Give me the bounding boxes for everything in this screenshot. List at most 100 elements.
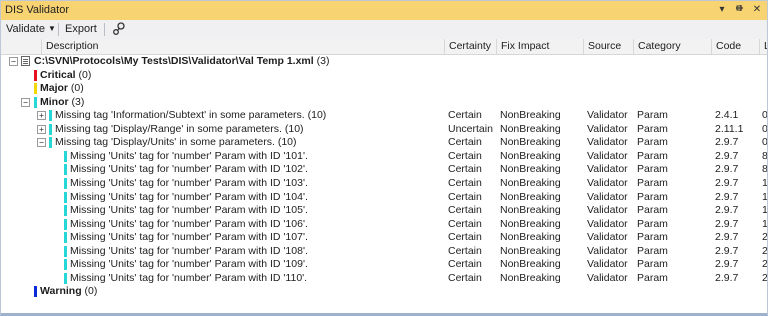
row-description: Warning (0) bbox=[40, 285, 444, 298]
row-extra: 1 bbox=[762, 177, 767, 189]
column-header-code[interactable]: Code bbox=[711, 39, 759, 54]
column-header-category[interactable]: Category bbox=[633, 39, 711, 54]
row-impact: NonBreaking bbox=[500, 123, 561, 135]
row-code: 2.9.7 bbox=[715, 245, 739, 257]
column-header-certainty[interactable]: Certainty bbox=[444, 39, 496, 54]
row-count: (0) bbox=[68, 82, 84, 94]
file-row[interactable]: − C:\SVN\Protocols\My Tests\DIS\Validator… bbox=[1, 55, 767, 68]
row-certainty: Certain bbox=[448, 218, 482, 230]
toolbar-separator bbox=[104, 23, 105, 36]
row-category: Param bbox=[637, 191, 668, 203]
expand-icon[interactable]: + bbox=[37, 111, 46, 120]
row-category: Param bbox=[637, 258, 668, 270]
critical-severity-marker bbox=[34, 70, 37, 81]
dropdown-icon[interactable]: ▾ bbox=[715, 3, 729, 17]
row-description-text: Missing 'Units' tag for 'number' Param w… bbox=[70, 218, 308, 230]
row-certainty: Certain bbox=[448, 177, 482, 189]
row-impact: NonBreaking bbox=[500, 204, 561, 216]
row-impact: NonBreaking bbox=[500, 231, 561, 243]
minor-severity-marker bbox=[49, 137, 52, 148]
issue-row[interactable]: Missing 'Units' tag for 'number' Param w… bbox=[1, 204, 767, 217]
row-code: 2.9.7 bbox=[715, 258, 739, 270]
issue-row[interactable]: Missing 'Units' tag for 'number' Param w… bbox=[1, 150, 767, 163]
row-category: Param bbox=[637, 177, 668, 189]
issue-row[interactable]: Missing 'Units' tag for 'number' Param w… bbox=[1, 272, 767, 285]
issue-row[interactable]: Missing 'Units' tag for 'number' Param w… bbox=[1, 258, 767, 271]
row-certainty: Certain bbox=[448, 150, 482, 162]
row-source: Validator bbox=[587, 123, 628, 135]
row-impact: NonBreaking bbox=[500, 245, 561, 257]
column-header-description[interactable]: Description bbox=[41, 39, 444, 54]
window-title: DIS Validator bbox=[5, 4, 69, 16]
row-impact: NonBreaking bbox=[500, 177, 561, 189]
row-description-text: Warning bbox=[40, 285, 82, 297]
column-header-source[interactable]: Source bbox=[583, 39, 633, 54]
link-settings-icon[interactable] bbox=[112, 22, 126, 39]
collapse-icon[interactable]: − bbox=[9, 57, 18, 66]
severity-group-row[interactable]: Warning (0) bbox=[1, 285, 767, 298]
minor-severity-marker bbox=[64, 232, 67, 243]
issue-row[interactable]: Missing 'Units' tag for 'number' Param w… bbox=[1, 218, 767, 231]
row-category: Param bbox=[637, 204, 668, 216]
row-count: (0) bbox=[81, 285, 98, 297]
row-count: (3) bbox=[313, 55, 330, 67]
row-description-text: Missing 'Units' tag for 'number' Param w… bbox=[70, 258, 308, 270]
row-description-text: Missing tag 'Information/Subtext' in som… bbox=[55, 109, 305, 121]
row-code: 2.9.7 bbox=[715, 177, 739, 189]
issue-row[interactable]: Missing 'Units' tag for 'number' Param w… bbox=[1, 177, 767, 190]
validate-label: Validate bbox=[6, 23, 45, 35]
row-code: 2.9.7 bbox=[715, 231, 739, 243]
row-certainty: Certain bbox=[448, 136, 482, 148]
collapse-icon[interactable]: − bbox=[21, 98, 30, 107]
validate-menu-button[interactable]: Validate ▼ bbox=[6, 23, 56, 35]
row-category: Param bbox=[637, 218, 668, 230]
row-certainty: Certain bbox=[448, 272, 482, 284]
issue-row[interactable]: Missing 'Units' tag for 'number' Param w… bbox=[1, 231, 767, 244]
file-icon bbox=[21, 56, 30, 66]
export-button[interactable]: Export bbox=[65, 23, 97, 35]
close-icon[interactable]: ✕ bbox=[750, 3, 764, 17]
column-header-fix-impact[interactable]: Fix Impact bbox=[496, 39, 583, 54]
severity-group-row[interactable]: Major (0) bbox=[1, 82, 767, 95]
issue-row[interactable]: Missing 'Units' tag for 'number' Param w… bbox=[1, 163, 767, 176]
row-extra: 2 bbox=[762, 245, 767, 257]
row-source: Validator bbox=[587, 272, 628, 284]
column-header-extra[interactable]: L bbox=[759, 39, 767, 54]
row-description: Missing 'Units' tag for 'number' Param w… bbox=[70, 163, 444, 176]
pin-icon[interactable] bbox=[732, 3, 746, 17]
chevron-down-icon: ▼ bbox=[47, 24, 56, 33]
row-code: 2.9.7 bbox=[715, 163, 739, 175]
row-description: C:\SVN\Protocols\My Tests\DIS\Validator\… bbox=[34, 55, 444, 68]
row-description-text: Minor bbox=[40, 96, 69, 108]
minor-severity-marker bbox=[49, 110, 52, 121]
row-description: Major (0) bbox=[40, 82, 444, 95]
collapse-icon[interactable]: − bbox=[37, 138, 46, 147]
issue-group-row[interactable]: − Missing tag 'Display/Units' in some par… bbox=[1, 136, 767, 149]
row-description-text: Missing 'Units' tag for 'number' Param w… bbox=[70, 191, 308, 203]
severity-group-row[interactable]: Critical (0) bbox=[1, 69, 767, 82]
row-extra: 1 bbox=[762, 218, 767, 230]
row-description: Missing 'Units' tag for 'number' Param w… bbox=[70, 245, 444, 258]
row-count: (10) bbox=[304, 109, 327, 121]
issue-group-row[interactable]: + Missing tag 'Display/Range' in some par… bbox=[1, 123, 767, 136]
row-impact: NonBreaking bbox=[500, 272, 561, 284]
row-category: Param bbox=[637, 123, 668, 135]
row-extra: 0 bbox=[762, 123, 767, 135]
expand-icon[interactable]: + bbox=[37, 125, 46, 134]
row-source: Validator bbox=[587, 258, 628, 270]
issue-row[interactable]: Missing 'Units' tag for 'number' Param w… bbox=[1, 245, 767, 258]
row-source: Validator bbox=[587, 231, 628, 243]
severity-group-row[interactable]: − Minor (3) bbox=[1, 96, 767, 109]
row-description-text: Missing tag 'Display/Units' in some para… bbox=[55, 136, 275, 148]
row-category: Param bbox=[637, 272, 668, 284]
minor-severity-marker bbox=[64, 178, 67, 189]
row-description: Missing 'Units' tag for 'number' Param w… bbox=[70, 177, 444, 190]
issue-group-row[interactable]: + Missing tag 'Information/Subtext' in so… bbox=[1, 109, 767, 122]
minor-severity-marker bbox=[49, 124, 52, 135]
row-code: 2.9.7 bbox=[715, 204, 739, 216]
row-extra: 2 bbox=[762, 231, 767, 243]
issue-row[interactable]: Missing 'Units' tag for 'number' Param w… bbox=[1, 191, 767, 204]
row-category: Param bbox=[637, 109, 668, 121]
row-category: Param bbox=[637, 150, 668, 162]
row-impact: NonBreaking bbox=[500, 191, 561, 203]
